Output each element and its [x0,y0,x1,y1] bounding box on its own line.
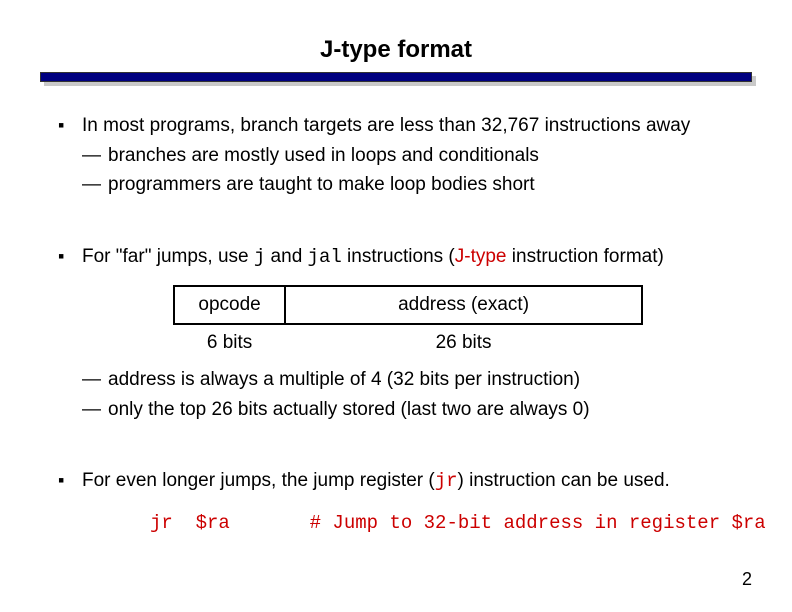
cell-address: address (exact) [285,286,642,324]
bullet-1-sub-1: branches are mostly used in loops and co… [82,142,734,170]
page-number: 2 [742,569,752,590]
bullet-2-sub-2: only the top 26 bits actually stored (la… [82,396,734,424]
bullet-1: In most programs, branch targets are les… [58,112,734,199]
bullet-1-text: In most programs, branch targets are les… [82,115,690,136]
code-j: j [254,246,265,268]
instruction-format-table: opcode address (exact) 6 bits 26 bits [173,285,643,360]
bullet-1-sub-2: programmers are taught to make loop bodi… [82,171,734,199]
bullet-3-pre: For even longer jumps, the jump register… [82,470,435,491]
bullet-3-post: ) instruction can be used. [458,470,670,491]
code-jal: jal [308,246,342,268]
title-divider [40,72,752,82]
bullet-2-post2: instruction format) [507,246,664,267]
bullet-2-pre: For "far" jumps, use [82,246,254,267]
code-jr: jr [435,470,458,492]
jtype-label: J-type [455,246,507,267]
bullet-2-mid: and [265,246,307,267]
cell-address-bits: 26 bits [285,324,642,361]
bullet-2-sub-1: address is always a multiple of 4 (32 bi… [82,366,734,394]
slide-title: J-type format [0,0,792,72]
jr-example-code: jr $ra # Jump to 32-bit address in regis… [150,510,734,538]
bullet-2: For "far" jumps, use j and jal instructi… [58,243,734,424]
slide-body: In most programs, branch targets are les… [0,112,792,537]
bullet-2-post1: instructions ( [342,246,455,267]
cell-opcode-bits: 6 bits [174,324,285,361]
bullet-3: For even longer jumps, the jump register… [58,467,734,537]
cell-opcode: opcode [174,286,285,324]
